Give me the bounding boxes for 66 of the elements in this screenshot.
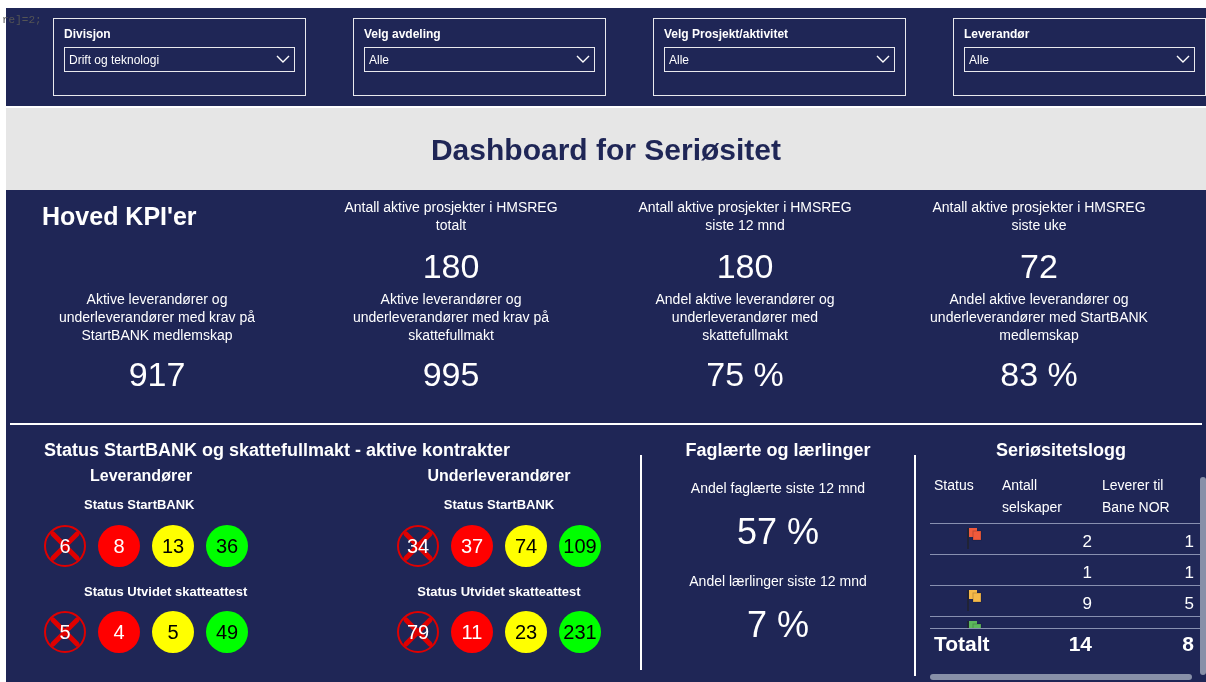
column-header: Antall selskaper (1001, 476, 1063, 517)
chevron-icon (876, 55, 890, 64)
status-count: 49 (206, 611, 248, 653)
table-cell-text: 9 (1081, 593, 1093, 615)
dropdown[interactable]: Alle (964, 47, 1195, 72)
kpi-label: Antall aktive prosjekter i HMSREG siste uke (931, 198, 1147, 235)
kpi-value: 917 (128, 354, 186, 394)
kpi-label: Andel lærlinger siste 12 mnd (689, 572, 867, 591)
column-header: Leverer til Bane NOR (1101, 476, 1171, 517)
status-count: 13 (152, 524, 194, 567)
kpi-label: Antall aktive prosjekter i HMSREG totalt (343, 198, 559, 235)
status-count: 231 (559, 611, 601, 653)
kpi-value: 75 % (706, 354, 784, 394)
crossed-count: 6 (44, 524, 86, 567)
kpi-value: 995 (422, 354, 480, 394)
status-count: 74 (505, 524, 547, 567)
section-heading: Seriøsitetslogg (995, 439, 1127, 462)
kpi-label: Aktive leverandører og underleverandører med krav på StartBANK medlemskap (57, 290, 257, 345)
status-count: 8 (98, 524, 140, 567)
status-count: 36 (206, 524, 248, 567)
status-count: 23 (505, 611, 547, 653)
status-heading: Status StartBANK (443, 496, 555, 514)
kpi-value: 83 % (1000, 354, 1078, 394)
status-count: 109 (559, 524, 601, 567)
group-heading: Leverandører (90, 466, 193, 486)
kpi-label: Andel aktive leverandører og underleverandører med skattefullmakt (654, 290, 836, 345)
dropdown[interactable]: Alle (364, 47, 595, 72)
status-count: 37 (451, 524, 493, 567)
kpi-label: Aktive leverandører og underleverandører med krav på skattefullmakt (351, 290, 551, 345)
kpi-label: Andel faglærte siste 12 mnd (690, 479, 866, 498)
dropdown[interactable]: Drift og teknologi (64, 47, 295, 72)
kpi-value: 180 (716, 246, 774, 286)
table-cell-text: 2 (1081, 531, 1093, 553)
group-heading: Underleverandører (427, 466, 571, 486)
filter-label: Velg Prosjekt/aktivitet (664, 26, 790, 43)
status-count: 4 (98, 611, 140, 653)
table-cell-text: 1 (1081, 562, 1093, 584)
kpi-value: 180 (422, 246, 480, 286)
status-count: 11 (451, 611, 493, 653)
status-heading: Status StartBANK (84, 496, 195, 514)
kpi-label: Antall aktive prosjekter i HMSREG siste 12 mnd (637, 198, 853, 235)
section-heading: Faglærte og lærlinger (685, 439, 871, 462)
filter-label: Divisjon (64, 26, 112, 43)
chevron-icon (576, 55, 590, 64)
table-cell-text: 8 (1181, 631, 1195, 658)
status-heading: Status Utvidet skatteattest (417, 582, 581, 601)
kpi-value: 7 % (746, 603, 809, 647)
chevron-icon (276, 55, 290, 64)
filter-label: Velg avdeling (364, 26, 442, 43)
table-cell-text: 5 (1183, 593, 1195, 615)
chevron-icon (1176, 55, 1190, 64)
dropdown[interactable]: Alle (664, 47, 895, 72)
kpi-value: 57 % (736, 510, 820, 554)
dashboard-title: Dashboard for Seriøsitet (430, 131, 782, 168)
status-heading: Status Utvidet skatteattest (84, 582, 248, 601)
column-header: Status (933, 476, 975, 495)
filter-label: Leverandør (964, 26, 1031, 43)
kpi-value: 72 (1020, 246, 1058, 286)
status-count: 5 (152, 611, 194, 653)
table-cell-text: 14 (1067, 631, 1093, 658)
table-cell-text: 1 (1183, 531, 1195, 553)
table-cell-text: 1 (1183, 562, 1195, 584)
section-heading: Hoved KPI'er (42, 201, 198, 232)
kpi-label: Andel aktive leverandører og underleverandører med StartBANK medlemskap (929, 290, 1149, 345)
table-cell-text: Totalt (933, 631, 991, 658)
section-heading: Status StartBANK og skattefullmakt - aktive kontrakter (44, 439, 512, 462)
